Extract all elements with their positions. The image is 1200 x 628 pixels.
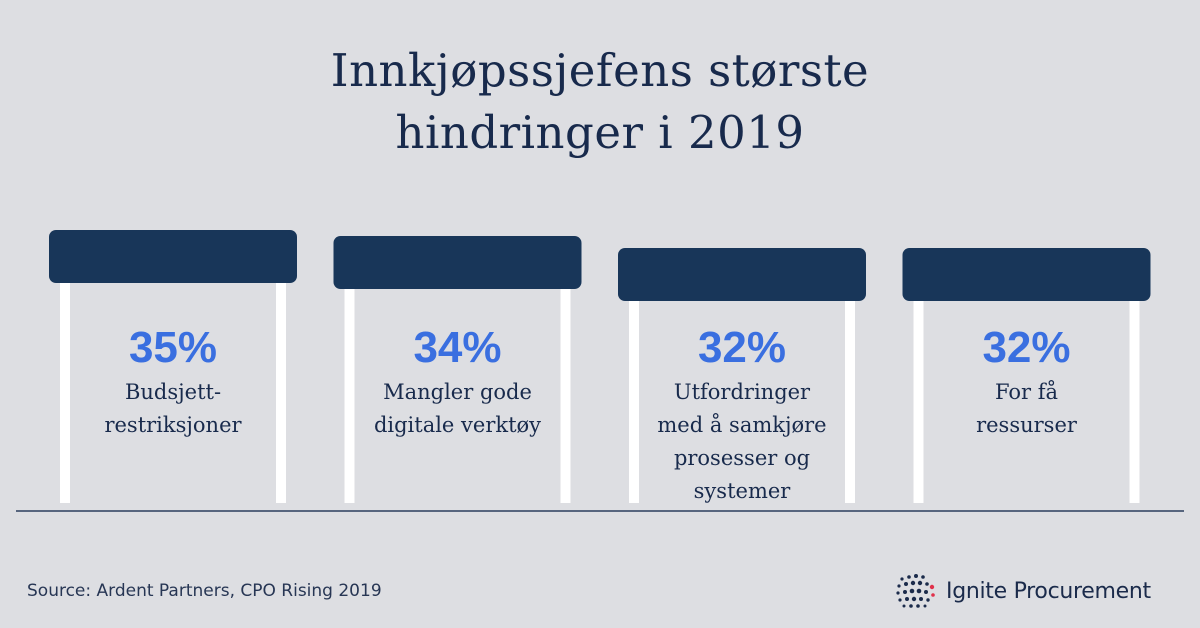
bar-leg-left	[629, 297, 639, 503]
category-label: med å samkjøre	[657, 413, 826, 437]
category-label: digitale verktøy	[374, 413, 541, 437]
value-label: 34%	[413, 323, 501, 372]
dot-cluster-icon	[896, 574, 935, 608]
value-label: 32%	[982, 323, 1070, 372]
bar	[333, 236, 582, 289]
bar	[49, 230, 297, 283]
brand-name: Ignite Procurement	[946, 578, 1151, 604]
value-label: 32%	[698, 323, 786, 372]
bar-leg-right	[1129, 297, 1140, 503]
source-note: Source: Ardent Partners, CPO Rising 2019	[27, 581, 382, 601]
bar-leg-left	[913, 297, 924, 503]
bar-group-1: 35% Budsjett-restriksjoner	[49, 230, 297, 503]
bar-group-4: 32% For få ressurser	[902, 248, 1151, 503]
bar	[902, 248, 1151, 301]
bar-leg-right	[560, 285, 571, 503]
value-label: 35%	[129, 323, 217, 372]
bar-leg-left	[344, 285, 355, 503]
bar-leg-left	[60, 279, 70, 503]
category-label: Utfordringer	[674, 380, 811, 404]
bar-chart: 35% Budsjett-restriksjoner 34% Mangler gode…	[16, 230, 1184, 512]
brand-logo: Ignite Procurement	[894, 571, 1151, 611]
category-label: Budsjett-	[125, 380, 221, 404]
bar-leg-right	[276, 279, 286, 503]
bar-leg-right	[845, 297, 855, 503]
bar-group-3: 32% Utfordringer med å samkjøre prosesser o…	[618, 248, 866, 503]
category-label: restriksjoner	[104, 413, 242, 437]
category-label: ressurser	[976, 413, 1078, 437]
bar-group-2: 34% Mangler gode digitale verktøy	[333, 236, 582, 503]
category-label: For få	[995, 380, 1058, 404]
category-label: systemer	[694, 479, 792, 503]
category-label: prosesser og	[674, 446, 810, 470]
bar	[618, 248, 866, 301]
category-label: Mangler gode	[383, 380, 532, 404]
